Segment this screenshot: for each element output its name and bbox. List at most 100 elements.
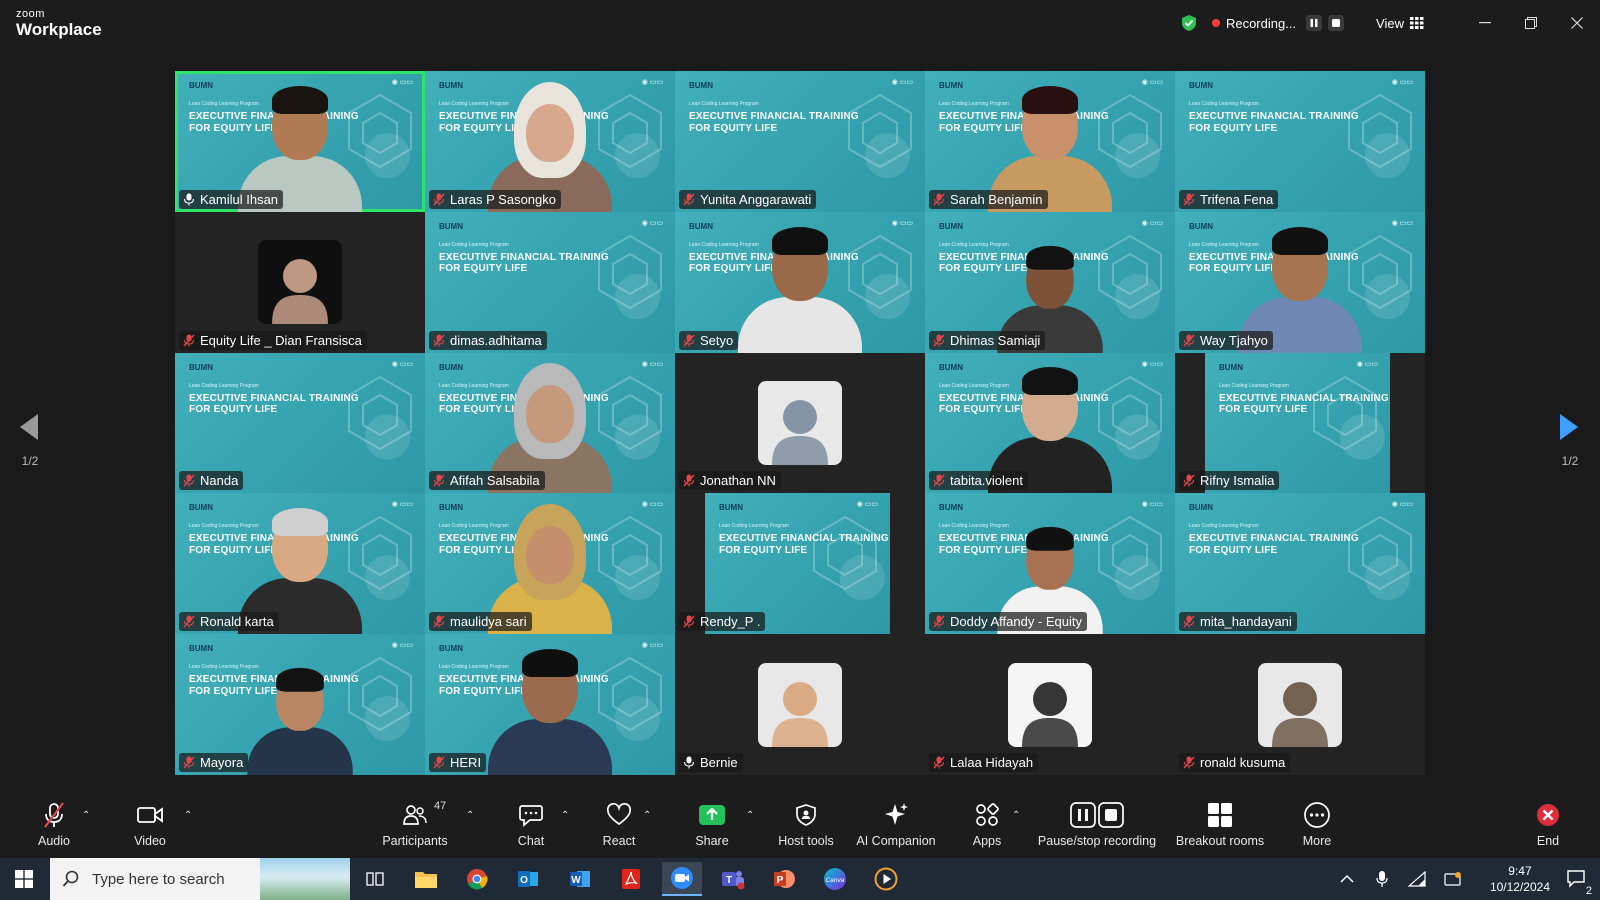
participant-tile[interactable]: BUMN ◉ ▭▭ Lean Coding Learning Program EXEC… <box>1175 352 1425 494</box>
participant-tile[interactable]: BUMN ◉ ▭▭ Lean Coding Learning Program EXEC… <box>1175 211 1425 353</box>
breakout-rooms-button[interactable]: Breakout rooms <box>1175 800 1265 848</box>
apps-icon <box>976 803 999 826</box>
participants-count: 47 <box>434 800 447 812</box>
audio-options-caret[interactable]: ⌃ <box>82 810 90 821</box>
pause-stop-recording-button[interactable]: Pause/stop recording <box>1036 800 1158 848</box>
chat-options-caret[interactable]: ⌃ <box>561 810 569 821</box>
participant-tile[interactable]: BUMN ◉ ▭▭ Lean Coding Learning Program EXEC… <box>175 71 425 212</box>
react-options-caret[interactable]: ⌃ <box>643 810 651 821</box>
ai-companion-button[interactable]: AI Companion <box>853 800 939 848</box>
chevron-up-icon[interactable] <box>1340 874 1354 884</box>
participant-tile[interactable]: Jonathan NN <box>675 352 925 494</box>
react-button[interactable]: React <box>599 800 639 848</box>
video-button[interactable]: Video <box>130 800 170 848</box>
slide-headline: EXECUTIVE FINANCIAL TRAINING FOR EQUITY … <box>1189 533 1359 556</box>
zoom-icon[interactable] <box>662 862 702 896</box>
chrome-icon[interactable] <box>457 862 497 896</box>
video-gallery: 1/2 1/2 BUMN ◉ ▭▭ Lean Coding Learning Pro… <box>0 46 1600 794</box>
canva-icon[interactable]: Canva <box>815 862 855 896</box>
powerpoint-icon[interactable]: P <box>764 862 804 896</box>
participant-tile[interactable]: BUMN ◉ ▭▭ Lean Coding Learning Program EXEC… <box>1175 71 1425 212</box>
participant-tile[interactable]: BUMN ◉ ▭▭ Lean Coding Learning Program EXEC… <box>175 634 425 775</box>
participant-tile[interactable]: BUMN ◉ ▭▭ Lean Coding Learning Program EXEC… <box>675 71 925 212</box>
participant-tile[interactable]: BUMN ◉ ▭▭ Lean Coding Learning Program EXEC… <box>175 352 425 494</box>
grid-icon[interactable] <box>1410 17 1424 29</box>
media-player-icon[interactable] <box>866 862 906 896</box>
minimize-icon[interactable] <box>1462 0 1508 46</box>
windows-start-button[interactable] <box>0 858 48 900</box>
more-button[interactable]: More <box>1297 800 1337 848</box>
battery-status-icon[interactable] <box>1444 871 1462 887</box>
microphone-icon[interactable] <box>1376 870 1388 888</box>
participant-tile[interactable]: BUMN ◉ ▭▭ Lean Coding Learning Program EXEC… <box>925 211 1175 353</box>
pause-icon[interactable] <box>1306 15 1323 31</box>
network-icon[interactable] <box>1408 871 1426 887</box>
shield-check-icon[interactable] <box>1180 14 1198 32</box>
mic-muted-icon <box>933 615 945 628</box>
end-meeting-button[interactable]: End <box>1528 800 1568 848</box>
participant-name: Dhimas Samiaji <box>950 332 1041 348</box>
participant-name-tag: Way Tjahyo <box>1179 330 1273 350</box>
restore-icon[interactable] <box>1508 0 1554 46</box>
video-options-caret[interactable]: ⌃ <box>184 810 192 821</box>
sparkle-icon <box>885 803 908 825</box>
participant-tile[interactable]: BUMN ◉ ▭▭ Lean Coding Learning Program EXEC… <box>675 493 925 635</box>
participant-tile[interactable]: BUMN ◉ ▭▭ Lean Coding Learning Program EXEC… <box>1175 493 1425 635</box>
next-page-button[interactable]: 1/2 <box>1540 406 1600 496</box>
participant-tile[interactable]: BUMN ◉ ▭▭ Lean Coding Learning Program EXEC… <box>425 71 675 212</box>
svg-text:T: T <box>726 875 732 886</box>
participant-tile[interactable]: Equity Life _ Dian Fransisca <box>175 211 425 353</box>
participants-options-caret[interactable]: ⌃ <box>466 810 474 821</box>
task-view-icon[interactable] <box>355 862 395 896</box>
participant-name: Yunita Anggarawati <box>700 191 812 207</box>
slide-headline: EXECUTIVE FINANCIAL TRAINING FOR EQUITY … <box>439 251 609 275</box>
slide-partner-logo: ◉ ▭▭ <box>391 501 413 509</box>
share-options-caret[interactable]: ⌃ <box>746 810 754 821</box>
participant-tile[interactable]: BUMN ◉ ▭▭ Lean Coding Learning Program EXEC… <box>675 211 925 353</box>
slide-partner-logo: ◉ ▭▭ <box>391 642 413 650</box>
mic-muted-icon <box>1183 334 1195 347</box>
file-explorer-icon[interactable] <box>406 862 446 896</box>
close-icon[interactable] <box>1554 0 1600 46</box>
teams-icon[interactable]: T <box>713 862 753 896</box>
acrobat-icon[interactable] <box>611 862 651 896</box>
system-clock[interactable]: 9:47 10/12/2024 <box>1490 863 1550 895</box>
chat-button[interactable]: Chat <box>511 800 551 848</box>
participant-tile[interactable]: BUMN ◉ ▭▭ Lean Coding Learning Program EXEC… <box>425 634 675 775</box>
outlook-icon[interactable]: O <box>508 862 548 896</box>
taskbar-search-box[interactable]: Type here to search <box>50 858 350 900</box>
participant-tile[interactable]: BUMN ◉ ▭▭ Lean Coding Learning Program EXEC… <box>425 352 675 494</box>
participant-tile[interactable]: BUMN ◉ ▭▭ Lean Coding Learning Program EXEC… <box>925 71 1175 212</box>
participant-video <box>730 223 870 353</box>
participant-name: Way Tjahyo <box>1200 332 1268 348</box>
previous-page-button[interactable]: 1/2 <box>0 406 60 496</box>
notification-icon <box>1567 870 1585 888</box>
participant-name: Nanda <box>200 473 239 489</box>
slide-partner-logo: ◉ ▭▭ <box>391 79 413 86</box>
participant-tile[interactable]: BUMN ◉ ▭▭ Lean Coding Learning Program EXEC… <box>425 493 675 635</box>
word-icon[interactable]: W <box>560 862 600 896</box>
participant-name-tag: tabita.violent <box>929 471 1028 491</box>
participant-tile[interactable]: BUMN ◉ ▭▭ Lean Coding Learning Program EXEC… <box>925 493 1175 635</box>
participant-tile[interactable]: Bernie <box>675 634 925 775</box>
participant-name-tag: Nanda <box>179 471 244 491</box>
notification-center-button[interactable]: 2 <box>1566 868 1592 897</box>
slide-partner-logo: ◉ ▭▭ <box>1141 360 1163 368</box>
participant-name-tag: HERI <box>429 752 487 772</box>
slide-partner-logo: ◉ ▭▭ <box>641 79 663 86</box>
participant-tile[interactable]: BUMN ◉ ▭▭ Lean Coding Learning Program EXEC… <box>425 211 675 353</box>
share-button[interactable]: Share <box>690 800 734 848</box>
apps-options-caret[interactable]: ⌃ <box>1012 810 1020 821</box>
participant-name: Rifny Ismalia <box>1200 473 1275 489</box>
participant-name: Kamilul Ihsan <box>200 191 279 207</box>
apps-button[interactable]: Apps <box>967 800 1007 848</box>
audio-button[interactable]: Audio <box>34 800 74 848</box>
participant-tile[interactable]: BUMN ◉ ▭▭ Lean Coding Learning Program EXEC… <box>925 352 1175 494</box>
participant-tile[interactable]: Lalaa Hidayah <box>925 634 1175 775</box>
stop-icon[interactable] <box>1328 15 1345 31</box>
slide-header: BUMN <box>439 644 463 654</box>
participant-tile[interactable]: BUMN ◉ ▭▭ Lean Coding Learning Program EXEC… <box>175 493 425 635</box>
participant-tile[interactable]: ronald kusuma <box>1175 634 1425 775</box>
host-tools-button[interactable]: Host tools <box>776 800 836 848</box>
view-button[interactable]: View <box>1376 16 1404 31</box>
